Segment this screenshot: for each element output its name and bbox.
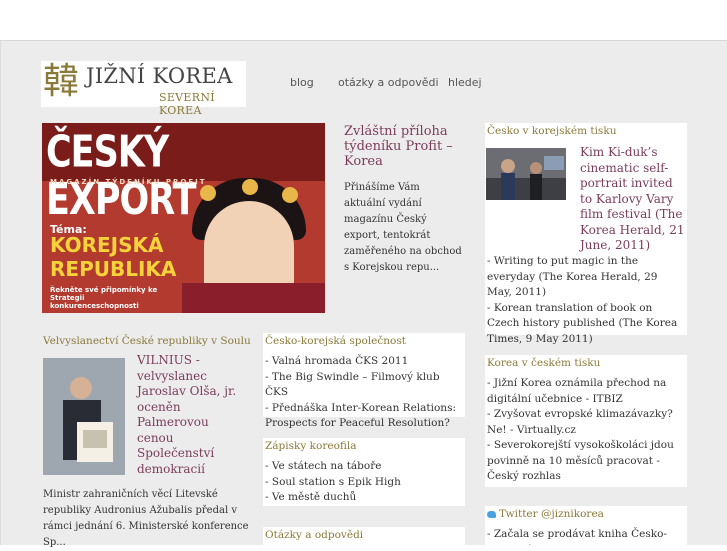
zapisky-heading[interactable]: Zápisky koreofila: [263, 438, 465, 454]
cover-robe: [182, 283, 325, 313]
cesko-v-tisku-lead[interactable]: Kim Ki-duk’s cinematic self-portrait inv…: [580, 145, 685, 254]
twitter-heading-row[interactable]: Twitter @jiznikorea: [485, 506, 687, 522]
twitter-bird-icon: [487, 510, 496, 518]
zapisky-box: Zápisky koreofila - Ve státech na táboře…: [263, 438, 465, 506]
list-item[interactable]: - Přednáška Inter-Korean Relations: Pros…: [265, 401, 463, 432]
nav-qa[interactable]: otázky a odpovědi: [338, 76, 439, 89]
velvyslanectvi-heading[interactable]: Velvyslanectví České republiky v Soulu: [41, 333, 267, 349]
cover-line1: KOREJSKÁ: [50, 233, 164, 257]
otazky-box: Otázky a odpovědi: [263, 527, 465, 545]
korea-v-tisku-heading[interactable]: Korea v českém tisku: [485, 355, 687, 371]
list-item[interactable]: - Severokorejští vysokoškoláci jdou povi…: [487, 438, 685, 485]
list-item[interactable]: - Ve městě duchů: [265, 490, 463, 506]
film-festival-photo[interactable]: [486, 148, 566, 200]
velvyslanectvi-lead[interactable]: VILNIUS - velvyslanec Jaroslav Olša, jr.…: [137, 353, 245, 477]
list-item[interactable]: - Zvyšovat evropské klimazávazky? Ne! - …: [487, 407, 685, 438]
list-item[interactable]: - Začala se prodávat kniha Česko-korejsk…: [487, 527, 685, 545]
cover-masthead: ČESKÝ EXPORT: [46, 127, 197, 226]
cover-small-text: Řekněte své připomínky ke Strategii konk…: [50, 286, 158, 310]
top-strip: [0, 0, 727, 41]
page: 韓 JIŽNÍ KOREA SEVERNÍ KOREA blog otázky …: [0, 41, 727, 548]
list-item[interactable]: - Writing to put magic in the everyday (…: [487, 254, 685, 301]
cover-masthead-sub: MAGAZÍN TÝDENÍKU PROFIT: [50, 178, 207, 186]
list-item[interactable]: - Ve státech na táboře: [265, 459, 463, 475]
spolecnost-box: Česko-korejská společnost - Valná hromad…: [263, 333, 465, 429]
korea-v-tisku-box: Korea v českém tisku - Jižní Korea oznám…: [485, 355, 687, 487]
list-item[interactable]: - The Big Swindle – Filmový klub ČKS: [265, 370, 463, 401]
twitter-list: - Začala se prodávat kniha Česko-korejsk…: [487, 527, 685, 545]
logo-subtitle: SEVERNÍ KOREA: [159, 91, 215, 117]
list-item[interactable]: - Valná hromada ČKS 2011: [265, 354, 463, 370]
spolecnost-heading[interactable]: Česko-korejská společnost: [263, 333, 465, 349]
site-logo[interactable]: 韓 JIŽNÍ KOREA SEVERNÍ KOREA: [41, 61, 246, 117]
cesko-v-tisku-list: - Writing to put magic in the everyday (…: [487, 254, 685, 347]
ambassador-photo[interactable]: [43, 358, 125, 475]
feature-title[interactable]: Zvláštní příloha týdeníku Profit –Korea: [344, 124, 464, 169]
cesko-v-tisku-heading[interactable]: Česko v korejském tisku: [485, 123, 687, 139]
logo-title: JIŽNÍ KOREA: [86, 64, 233, 88]
twitter-heading: Twitter @jiznikorea: [499, 508, 604, 520]
feature-text: Přinášíme Vám aktuální vydání magazínu Č…: [344, 182, 462, 273]
cesko-v-tisku-box: Česko v korejském tisku Kim Ki-duk’s cin…: [485, 123, 687, 345]
list-item[interactable]: - Jižní Korea oznámila přechod na digitá…: [487, 376, 685, 407]
nav-blog[interactable]: blog: [290, 76, 314, 89]
spolecnost-list: - Valná hromada ČKS 2011 - The Big Swind…: [265, 354, 463, 432]
list-item[interactable]: - Soul station s Epik High: [265, 475, 463, 491]
velvyslanectvi-text: Ministr zahraničních věcí Litevské repub…: [43, 489, 249, 548]
hero-magazine-cover[interactable]: ČESKÝ EXPORT MAGAZÍN TÝDENÍKU PROFIT Tém…: [42, 123, 325, 313]
list-item[interactable]: - Korean translation of book on Czech hi…: [487, 301, 685, 348]
twitter-box: Twitter @jiznikorea - Začala se prodávat…: [485, 506, 687, 545]
otazky-heading[interactable]: Otázky a odpovědi: [263, 527, 465, 543]
korea-v-tisku-list: - Jižní Korea oznámila přechod na digitá…: [487, 376, 685, 485]
zapisky-list: - Ve státech na táboře - Soul station s …: [265, 459, 463, 506]
cover-line2: REPUBLIKA: [50, 257, 177, 281]
logo-glyph: 韓: [43, 61, 80, 102]
nav-search[interactable]: hledej: [448, 76, 482, 89]
